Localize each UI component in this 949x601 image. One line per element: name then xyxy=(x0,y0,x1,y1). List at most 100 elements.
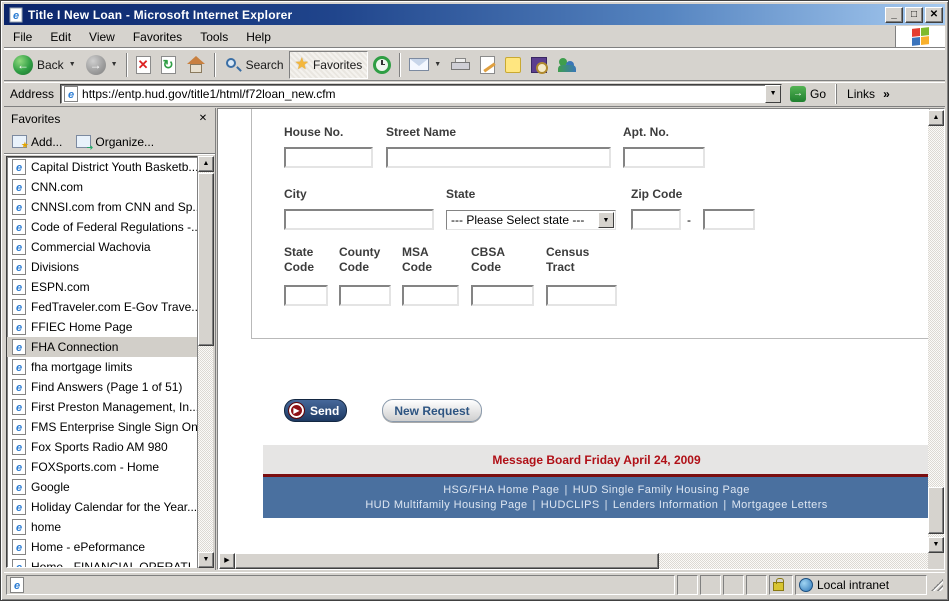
back-button[interactable]: ← Back ▼ xyxy=(8,51,81,79)
menu-help[interactable]: Help xyxy=(237,27,280,47)
scroll-right-icon[interactable]: ▶ xyxy=(219,553,235,569)
history-button[interactable] xyxy=(368,51,396,79)
add-favorite-button[interactable]: Add... xyxy=(12,135,62,149)
city-field[interactable] xyxy=(284,209,434,230)
chevron-icon[interactable]: » xyxy=(883,87,890,101)
cbsa-code-field[interactable] xyxy=(471,285,534,306)
home-icon xyxy=(186,56,206,74)
house-no-field[interactable] xyxy=(284,147,373,168)
favorites-item[interactable]: eCommercial Wachovia xyxy=(7,237,212,257)
footer-link[interactable]: HUD Multifamily Housing Page xyxy=(365,499,527,511)
footer-link[interactable]: HUD Single Family Housing Page xyxy=(573,484,750,496)
horizontal-scrollbar[interactable]: ◀ ▶ xyxy=(219,553,928,569)
favorites-item[interactable]: eFind Answers (Page 1 of 51) xyxy=(7,377,212,397)
organize-favorites-button[interactable]: Organize... xyxy=(76,135,154,149)
county-code-field[interactable] xyxy=(339,285,391,306)
favorites-item[interactable]: eCapital District Youth Basketb... xyxy=(7,157,212,177)
ie-page-icon: e xyxy=(12,339,26,355)
footer-link[interactable]: HSG/FHA Home Page xyxy=(443,484,559,496)
go-button[interactable]: → Go xyxy=(790,86,826,102)
stop-button[interactable]: ✕ xyxy=(131,51,156,79)
refresh-button[interactable]: ↻ xyxy=(156,51,181,79)
favorites-item[interactable]: eFox Sports Radio AM 980 xyxy=(7,437,212,457)
favorites-item[interactable]: eFirst Preston Management, In... xyxy=(7,397,212,417)
footer-link[interactable]: Mortgagee Letters xyxy=(732,499,828,511)
svg-text:e: e xyxy=(16,302,22,314)
msa-code-field[interactable] xyxy=(402,285,459,306)
zip-code-field[interactable] xyxy=(631,209,681,230)
state-code-field[interactable] xyxy=(284,285,328,306)
favorites-item[interactable]: eFOXSports.com - Home xyxy=(7,457,212,477)
print-button[interactable] xyxy=(446,51,475,79)
scroll-up-icon[interactable]: ▲ xyxy=(928,110,944,126)
favorites-item[interactable]: eHome - ePeformance xyxy=(7,537,212,557)
forward-button[interactable]: → ▼ xyxy=(81,51,123,79)
research-button[interactable] xyxy=(526,51,552,79)
scroll-up-icon[interactable]: ▲ xyxy=(198,156,214,172)
menu-favorites[interactable]: Favorites xyxy=(124,27,191,47)
mail-button[interactable]: ▼ xyxy=(404,51,446,79)
print-icon xyxy=(451,58,470,72)
favorites-item-label: ESPN.com xyxy=(31,280,90,294)
vertical-scrollbar[interactable]: ▲ ▼ xyxy=(928,110,944,553)
favorites-item[interactable]: eFHA Connection xyxy=(7,337,212,357)
favorites-button[interactable]: ★ Favorites xyxy=(289,51,369,79)
address-input[interactable]: e https://entp.hud.gov/title1/html/f72lo… xyxy=(60,84,782,104)
apt-no-field[interactable] xyxy=(623,147,705,168)
favorites-item[interactable]: eFedTraveler.com E-Gov Trave... xyxy=(7,297,212,317)
address-dropdown-button[interactable]: ▼ xyxy=(765,85,781,103)
favorites-item-label: Divisions xyxy=(31,260,79,274)
scrollbar-thumb[interactable] xyxy=(928,487,944,534)
favorites-item[interactable]: e fha mortgage limits xyxy=(7,357,212,377)
menu-view[interactable]: View xyxy=(80,27,124,47)
footer-link[interactable]: Lenders Information xyxy=(613,499,718,511)
scrollbar-thumb[interactable] xyxy=(198,173,214,346)
scrollbar-thumb[interactable] xyxy=(235,553,659,569)
scroll-down-icon[interactable]: ▼ xyxy=(928,537,944,553)
favorites-item[interactable]: eFMS Enterprise Single Sign On... xyxy=(7,417,212,437)
intranet-zone-icon xyxy=(799,578,813,592)
footer-link[interactable]: HUDCLIPS xyxy=(541,499,600,511)
favorites-item[interactable]: eCNNSI.com from CNN and Sp... xyxy=(7,197,212,217)
maximize-button[interactable]: □ xyxy=(905,7,923,23)
street-name-field[interactable] xyxy=(386,147,611,168)
favorites-item[interactable]: eCNN.com xyxy=(7,177,212,197)
menu-file[interactable]: File xyxy=(4,27,41,47)
favorites-close-icon[interactable]: ✕ xyxy=(195,112,211,127)
search-button[interactable]: Search xyxy=(219,51,289,79)
favorites-item[interactable]: eHome - FINANCIAL OPERATI... xyxy=(7,557,212,568)
svg-text:e: e xyxy=(16,182,22,194)
favorites-item[interactable]: eHoliday Calendar for the Year... xyxy=(7,497,212,517)
select-dropdown-icon[interactable]: ▼ xyxy=(598,212,614,228)
mail-dropdown-icon[interactable]: ▼ xyxy=(434,61,441,68)
forward-dropdown-icon[interactable]: ▼ xyxy=(111,61,118,68)
favorites-item[interactable]: eGoogle xyxy=(7,477,212,497)
svg-text:e: e xyxy=(16,362,22,374)
favorites-item[interactable]: eFFIEC Home Page xyxy=(7,317,212,337)
state-select[interactable]: --- Please Select state --- ▼ xyxy=(446,210,616,230)
menu-tools[interactable]: Tools xyxy=(191,27,237,47)
favorites-item[interactable]: eESPN.com xyxy=(7,277,212,297)
edit-button[interactable] xyxy=(475,51,500,79)
discuss-button[interactable] xyxy=(500,51,526,79)
window-title: Title I New Loan - Microsoft Internet Ex… xyxy=(28,8,883,22)
messenger-button[interactable] xyxy=(552,51,582,79)
home-button[interactable] xyxy=(181,51,211,79)
zip-plus4-field[interactable] xyxy=(703,209,755,230)
close-button[interactable]: ✕ xyxy=(925,7,943,23)
links-toolbar[interactable]: Links » xyxy=(836,84,890,104)
scroll-down-icon[interactable]: ▼ xyxy=(198,552,214,568)
census-tract-field[interactable] xyxy=(546,285,617,306)
favorites-item[interactable]: eCode of Federal Regulations -... xyxy=(7,217,212,237)
resize-grip[interactable] xyxy=(931,579,943,591)
ie-page-icon: e xyxy=(12,219,26,235)
favorites-item[interactable]: eDivisions xyxy=(7,257,212,277)
send-button[interactable]: ▶ Send xyxy=(284,399,347,422)
new-request-button[interactable]: New Request xyxy=(382,399,482,422)
menu-edit[interactable]: Edit xyxy=(41,27,80,47)
minimize-button[interactable]: _ xyxy=(885,7,903,23)
back-dropdown-icon[interactable]: ▼ xyxy=(69,61,76,68)
favorites-item[interactable]: ehome xyxy=(7,517,212,537)
favorites-item-label: fha mortgage limits xyxy=(31,360,132,374)
favorites-scrollbar[interactable]: ▲ ▼ xyxy=(197,156,213,568)
